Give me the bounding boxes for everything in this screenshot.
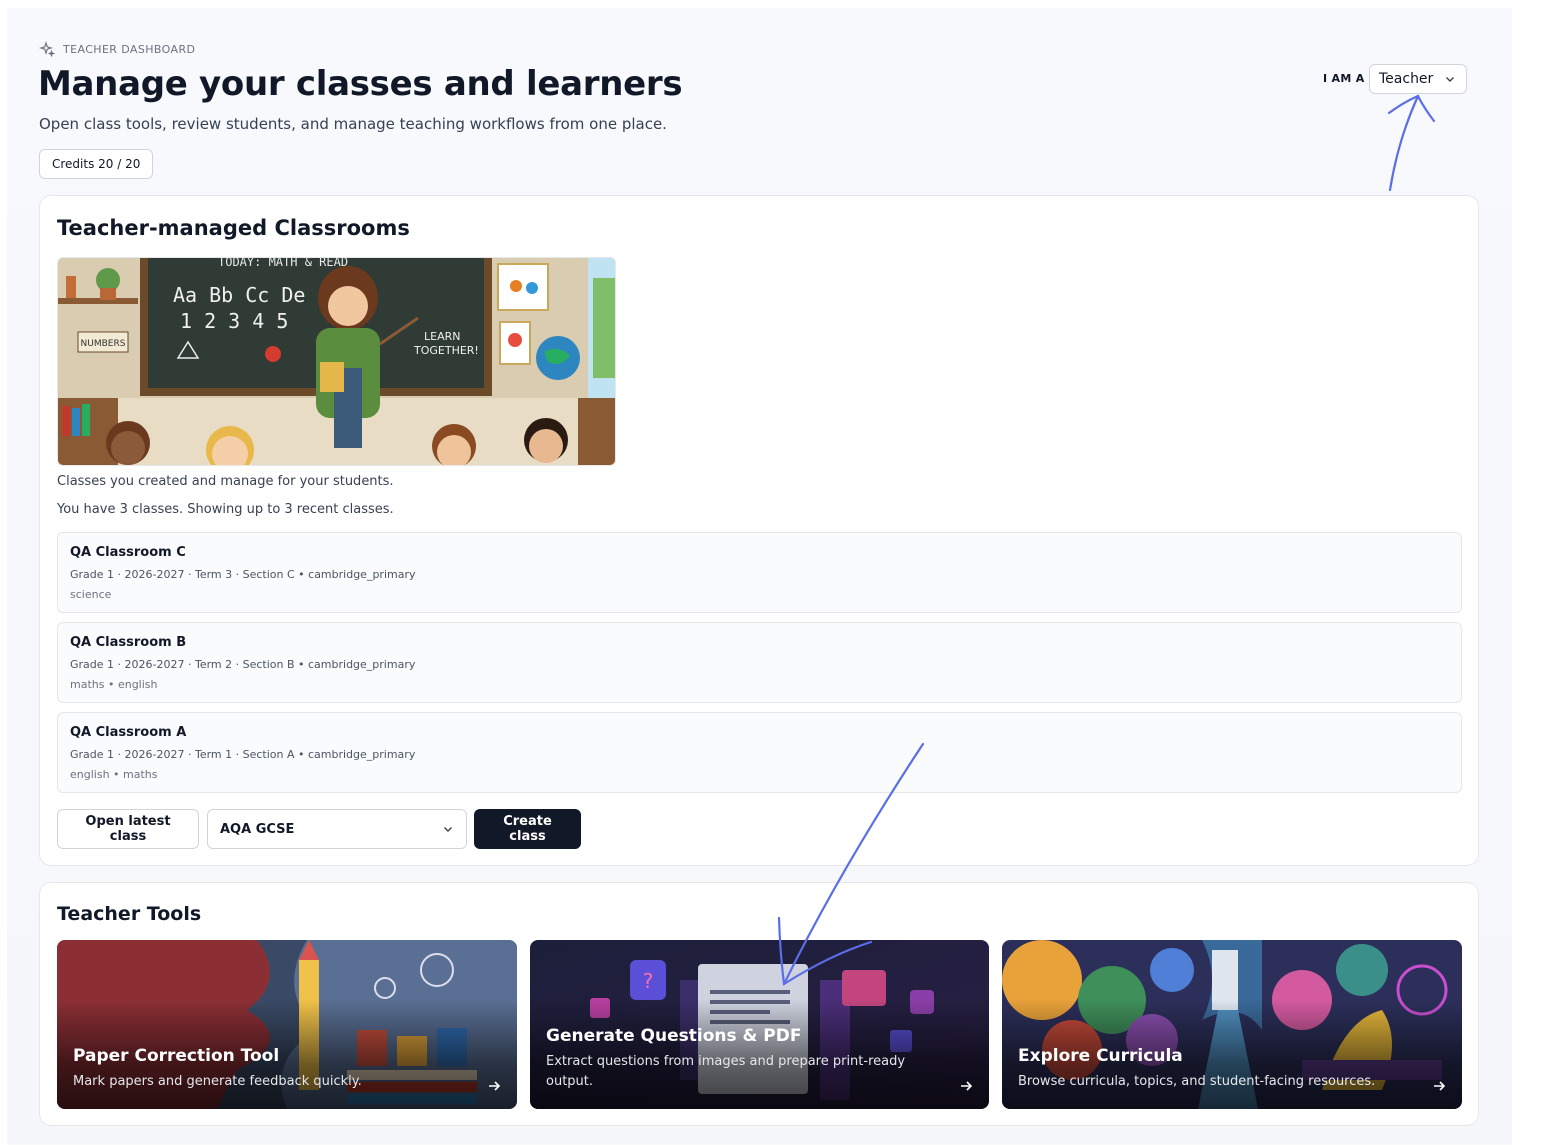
class-subjects: english • maths	[70, 768, 158, 781]
board-learn-text: LEARN	[424, 330, 460, 343]
class-item-c[interactable]: QA Classroom C Grade 1 · 2026-2027 · Ter…	[57, 532, 1462, 613]
tool-desc: Mark papers and generate feedback quickl…	[73, 1074, 362, 1089]
class-item-a[interactable]: QA Classroom A Grade 1 · 2026-2027 · Ter…	[57, 712, 1462, 793]
credits-badge: Credits 20 / 20	[39, 149, 154, 179]
create-class-button[interactable]: Create class	[474, 809, 581, 849]
tool-desc: Extract questions from images and prepar…	[546, 1054, 906, 1089]
numbers-sign-text: NUMBERS	[81, 339, 126, 349]
svg-text:?: ?	[643, 969, 654, 993]
board-together-text: TOGETHER!	[413, 344, 479, 357]
sparkle-icon	[39, 41, 55, 57]
classrooms-count: You have 3 classes. Showing up to 3 rece…	[57, 502, 394, 517]
teacher-tools-card: Teacher Tools Paper Correction Tool Mark…	[39, 882, 1479, 1126]
arrow-right-icon	[489, 1081, 501, 1091]
class-name: QA Classroom C	[70, 545, 186, 560]
tool-paper-correction[interactable]: Paper Correction Tool Mark papers and ge…	[57, 940, 517, 1109]
role-label: I AM A	[1323, 72, 1365, 85]
tool-title: Explore Curricula	[1018, 1046, 1183, 1066]
tool-desc: Browse curricula, topics, and student-fa…	[1018, 1074, 1376, 1089]
open-latest-class-button[interactable]: Open latest class	[57, 809, 199, 849]
page-subtitle: Open class tools, review students, and m…	[39, 115, 667, 133]
classroom-illustration: NUMBERS TODAY: MATH & READ Aa Bb Cc De 1…	[57, 257, 616, 466]
board-top-text: TODAY: MATH & READ	[218, 258, 348, 269]
class-meta: Grade 1 · 2026-2027 · Term 3 · Section C…	[70, 568, 416, 581]
board-letters-text: Aa Bb Cc De	[173, 283, 305, 307]
class-meta: Grade 1 · 2026-2027 · Term 1 · Section A…	[70, 748, 416, 761]
eyebrow-label: TEACHER DASHBOARD	[63, 42, 196, 56]
curriculum-select-value: AQA GCSE	[220, 821, 295, 837]
chevron-down-icon	[444, 827, 452, 832]
tool-title: Paper Correction Tool	[73, 1046, 280, 1066]
arrow-right-icon	[1434, 1081, 1446, 1091]
arrow-right-icon	[961, 1081, 973, 1091]
class-meta: Grade 1 · 2026-2027 · Term 2 · Section B…	[70, 658, 416, 671]
role-select[interactable]: Teacher	[1369, 64, 1467, 94]
classrooms-title: Teacher-managed Classrooms	[57, 216, 410, 240]
class-name: QA Classroom B	[70, 635, 187, 650]
class-subjects: science	[70, 588, 112, 601]
class-subjects: maths • english	[70, 678, 158, 691]
tool-title: Generate Questions & PDF	[546, 1026, 802, 1046]
curriculum-select[interactable]: AQA GCSE	[207, 809, 467, 849]
dashboard-eyebrow: TEACHER DASHBOARD	[39, 41, 195, 57]
classrooms-description: Classes you created and manage for your …	[57, 474, 394, 489]
classrooms-card: Teacher-managed Classrooms NUMBERS TODAY…	[39, 195, 1479, 866]
class-name: QA Classroom A	[70, 725, 187, 740]
classroom-illustration-svg: NUMBERS TODAY: MATH & READ Aa Bb Cc De 1…	[58, 258, 615, 465]
board-numbers-text: 1 2 3 4 5	[180, 309, 288, 333]
tool-explore-curricula[interactable]: Explore Curricula Browse curricula, topi…	[1002, 940, 1462, 1109]
role-select-value: Teacher	[1379, 71, 1434, 87]
page-title: Manage your classes and learners	[38, 64, 683, 104]
chevron-down-icon	[1446, 77, 1454, 82]
teacher-tools-title: Teacher Tools	[57, 903, 202, 925]
tool-generate-questions[interactable]: ? Generate Questions & PDF Extract quest…	[530, 940, 989, 1109]
class-item-b[interactable]: QA Classroom B Grade 1 · 2026-2027 · Ter…	[57, 622, 1462, 703]
